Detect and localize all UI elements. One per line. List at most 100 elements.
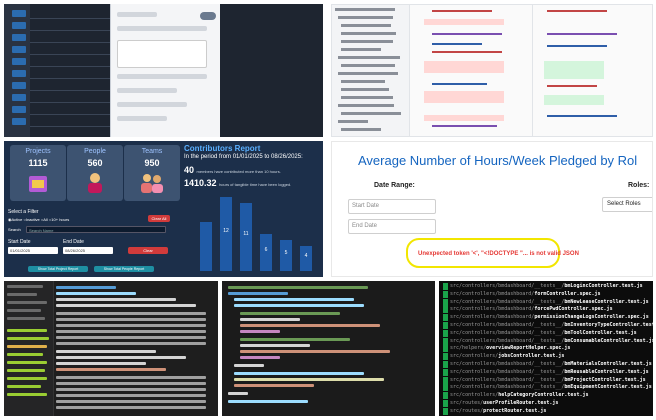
nav-item[interactable] [12, 94, 26, 101]
nav-item[interactable] [12, 82, 26, 89]
table-row[interactable] [30, 20, 110, 31]
chart-bar[interactable] [260, 234, 272, 271]
search-input[interactable]: Search Name [26, 226, 166, 233]
chart-bar[interactable] [200, 221, 212, 271]
stat-card-teams[interactable]: Teams 950 [124, 145, 180, 201]
explorer-item[interactable] [7, 301, 47, 304]
file-tree-item[interactable] [341, 48, 381, 51]
file-tree-item[interactable] [341, 24, 391, 27]
end-date-label: End Date [63, 239, 84, 245]
pass-badge [443, 306, 449, 314]
test-path: src/controllers/bmdashboard/ [450, 314, 535, 321]
explorer-item[interactable] [7, 329, 47, 332]
nav-item[interactable] [12, 106, 26, 113]
form-field[interactable] [117, 102, 187, 107]
code-line [234, 384, 314, 387]
file-tree-item[interactable] [338, 72, 398, 75]
diff-added-line [544, 95, 604, 105]
explorer-item[interactable] [7, 393, 47, 396]
file-tree-item[interactable] [335, 8, 395, 11]
nav-item[interactable] [12, 118, 26, 125]
test-path: src/controllers/bmdashboard/__tests__/ [450, 337, 565, 344]
table-row[interactable] [30, 80, 110, 91]
nav-item[interactable] [12, 22, 26, 29]
filter-option-10plus[interactable]: 10+ hours [51, 217, 69, 222]
explorer-item[interactable] [7, 345, 47, 348]
clear-button[interactable]: Clear [128, 247, 168, 254]
explorer-item[interactable] [7, 309, 41, 312]
start-date-input[interactable]: 01/01/2025 [8, 247, 58, 254]
file-tree-item[interactable] [338, 16, 393, 19]
form-field[interactable] [117, 88, 177, 93]
nav-item[interactable] [12, 70, 26, 77]
table-row[interactable] [30, 32, 110, 43]
test-path: src/controllers/bmdashboard/__tests__/ [450, 376, 565, 383]
code-line [56, 356, 186, 359]
stat-card-people[interactable]: People 560 [67, 145, 123, 201]
test-result-line: src/controllers/bmdashboard/__tests__/bm… [443, 337, 653, 345]
chart-bar[interactable] [300, 246, 312, 271]
explorer-item[interactable] [7, 353, 43, 356]
form-field[interactable] [117, 26, 207, 31]
nav-item[interactable] [12, 46, 26, 53]
filter-options[interactable]: ◉Active ○Inactive ○All ○10+ hours [8, 217, 69, 222]
show-people-report-button[interactable]: Show Total People Report [94, 266, 154, 272]
file-tree-item[interactable] [338, 120, 368, 123]
end-date-input[interactable]: End Date [348, 219, 436, 234]
explorer-item[interactable] [7, 285, 43, 288]
file-tree-item[interactable] [341, 80, 385, 83]
text-area[interactable] [117, 40, 207, 68]
test-result-line: src/controllers/bmdashboard/__tests__/bm… [443, 376, 646, 384]
error-message: Unexpected token '<', "<!DOCTYPE "... is… [418, 251, 579, 257]
test-result-line: src/controllers/helpCategoryController.t… [443, 392, 589, 400]
explorer-item[interactable] [7, 337, 49, 340]
explorer-item[interactable] [7, 361, 47, 364]
form-field[interactable] [117, 74, 207, 79]
table-row[interactable] [30, 92, 110, 103]
nav-item[interactable] [12, 34, 26, 41]
form-field[interactable] [117, 12, 157, 17]
explorer-item[interactable] [7, 369, 45, 372]
end-date-input[interactable]: 08/26/2025 [63, 247, 113, 254]
filter-option-all[interactable]: All [43, 217, 47, 222]
file-tree-item[interactable] [341, 64, 395, 67]
test-result-line: src/controllers/bmdashboard/forcePwdCont… [443, 306, 613, 314]
file-tree-item[interactable] [341, 40, 393, 43]
explorer-item[interactable] [7, 377, 47, 380]
nav-item[interactable] [12, 58, 26, 65]
file-tree-item[interactable] [341, 96, 393, 99]
stat-card-projects[interactable]: Projects 1115 [10, 145, 66, 201]
filter-option-active[interactable]: Active [12, 217, 23, 222]
test-result-line: src/controllers/bmdashboard/__tests__/bm… [443, 322, 653, 329]
explorer-item[interactable] [7, 317, 45, 320]
filter-option-inactive[interactable]: Inactive [26, 217, 40, 222]
clear-all-button[interactable]: Clear All [148, 215, 170, 222]
table-row[interactable] [30, 116, 110, 127]
tile-editor-dark [4, 281, 218, 416]
chart-bar[interactable] [220, 197, 232, 271]
diff-deleted-line [424, 91, 504, 103]
file-tree-item[interactable] [341, 112, 401, 115]
form-field[interactable] [117, 116, 167, 121]
toggle-button[interactable] [200, 12, 216, 20]
file-tree-item[interactable] [341, 88, 389, 91]
file-tree-item[interactable] [338, 56, 400, 59]
show-project-report-button[interactable]: Show Total Project Report [28, 266, 88, 272]
pass-badge [443, 337, 449, 345]
table-row[interactable] [30, 44, 110, 55]
roles-select[interactable]: Select Roles [602, 197, 652, 212]
filter-label: Select a Filter [8, 209, 39, 215]
code-line [547, 10, 607, 12]
table-row[interactable] [30, 8, 110, 19]
table-row[interactable] [30, 68, 110, 79]
table-row[interactable] [30, 104, 110, 115]
table-row[interactable] [30, 56, 110, 67]
start-date-input[interactable]: Start Date [348, 199, 436, 214]
nav-item[interactable] [12, 10, 26, 17]
file-tree-item[interactable] [338, 104, 394, 107]
code-line [56, 312, 206, 315]
explorer-item[interactable] [7, 293, 37, 296]
file-tree-item[interactable] [341, 128, 381, 131]
file-tree-item[interactable] [341, 32, 396, 35]
explorer-item[interactable] [7, 385, 41, 388]
